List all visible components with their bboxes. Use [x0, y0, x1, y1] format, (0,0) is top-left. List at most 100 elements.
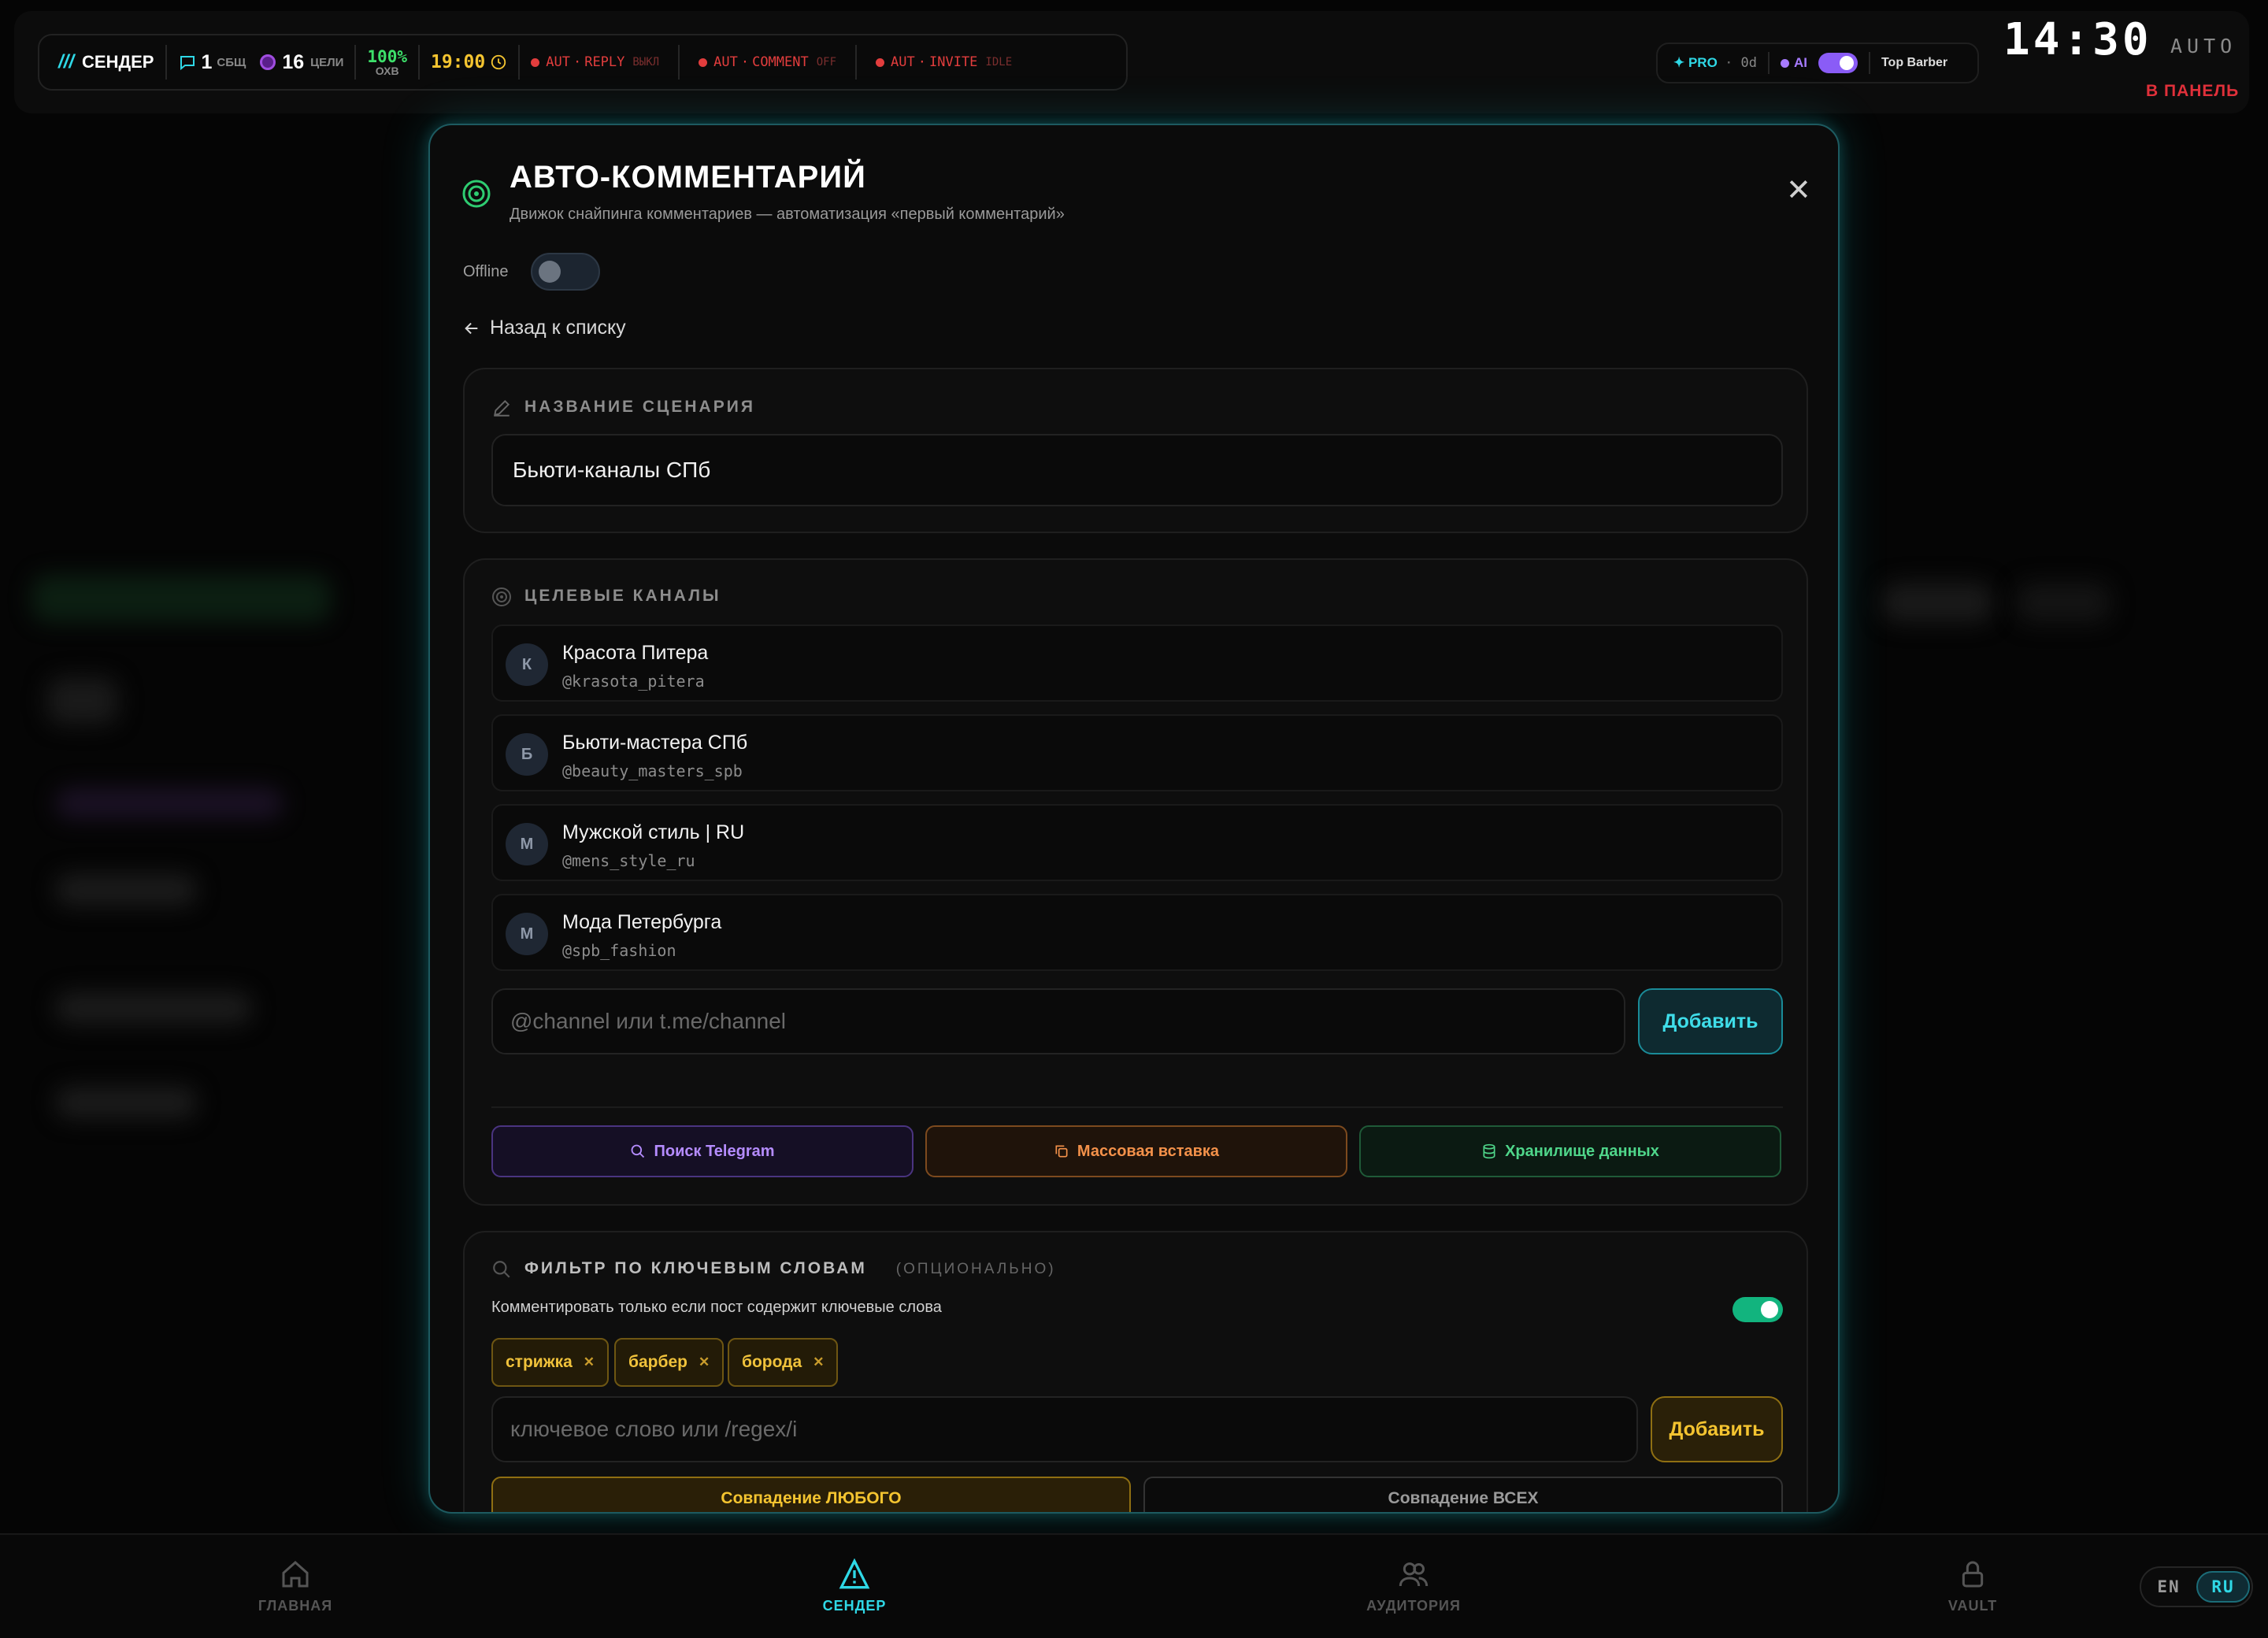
auto-invite-status[interactable]: AUT · INVITE IDLE [876, 35, 1012, 89]
add-keyword-button[interactable]: Добавить [1651, 1396, 1783, 1462]
avatar: М [506, 913, 548, 955]
add-channel-button[interactable]: Добавить [1638, 988, 1783, 1054]
separator: · [1726, 55, 1732, 70]
days-left: 0d [1740, 55, 1757, 71]
divider [354, 45, 357, 80]
target-icon [462, 180, 491, 208]
home-icon [282, 1560, 309, 1588]
offline-label: Offline [463, 263, 509, 280]
scenario-name-input[interactable]: Бьюти-каналы СПб [491, 434, 1783, 506]
ai-dot [1780, 58, 1789, 68]
copy-icon [1055, 1145, 1068, 1158]
messages-counter: 1 СБЩ [178, 35, 246, 89]
channel-name: Мода Петербурга [562, 911, 722, 933]
auto-comment-status[interactable]: AUT · COMMENT OFF [699, 35, 836, 89]
plan-badge: ✦ PRO [1673, 55, 1718, 70]
nav-sender[interactable]: СЕНДЕР [776, 1558, 933, 1614]
channel-row[interactable]: Б Бьюти-мастера СПб @beauty_masters_spb [491, 714, 1783, 791]
auto-comment-modal: АВТО-КОММЕНТАРИЙ Движок снайпинга коммен… [428, 124, 1840, 1514]
nav-vault[interactable]: VAULT [1894, 1558, 2051, 1614]
match-all-button[interactable]: Совпадение ВСЕХ [1143, 1477, 1783, 1512]
divider [518, 45, 521, 80]
schedule-time-value: 19:00 [430, 52, 486, 72]
clock: 14:30 [2003, 14, 2152, 65]
channel-input[interactable]: @channel или t.me/channel [491, 988, 1625, 1054]
modal-title: АВТО-КОММЕНТАРИЙ [510, 160, 866, 195]
mode-label[interactable]: AUTO [2170, 35, 2236, 57]
divider [1767, 52, 1770, 74]
channel-name: Мужской стиль | RU [562, 821, 745, 843]
arrow-left-icon [465, 322, 478, 334]
bulk-paste-button[interactable]: Массовая вставка [925, 1125, 1347, 1177]
search-icon [493, 1261, 510, 1278]
divider [165, 45, 167, 80]
nav-audience-label: АУДИТОРИЯ [1366, 1598, 1461, 1614]
divider [855, 45, 858, 80]
nav-sender-label: СЕНДЕР [822, 1598, 887, 1614]
telegram-search-label: Поиск Telegram [654, 1142, 775, 1160]
offline-toggle[interactable] [531, 253, 600, 291]
pencil-icon [494, 399, 510, 417]
lang-ru[interactable]: RU [2196, 1571, 2250, 1603]
messages-count: 1 [201, 50, 213, 73]
brand-name: СЕНДЕР [82, 52, 154, 72]
nav-vault-label: VAULT [1947, 1598, 1998, 1614]
remove-icon[interactable]: ✕ [584, 1354, 595, 1370]
schedule-time[interactable]: 19:00 [431, 35, 507, 89]
clock-icon [491, 54, 506, 70]
nav-audience[interactable]: АУДИТОРИЯ [1335, 1558, 1492, 1614]
back-to-list-link[interactable]: Назад к списку [463, 317, 626, 339]
keyword-filter-toggle[interactable] [1732, 1297, 1783, 1322]
match-any-button[interactable]: Совпадение ЛЮБОГО [491, 1477, 1131, 1512]
account-pill[interactable]: ✦ PRO · 0d AI Top Barber [1656, 43, 1979, 83]
panel-link[interactable]: В ПАНЕЛЬ [2146, 82, 2239, 101]
targets-count: 16 [282, 50, 305, 73]
remove-icon[interactable]: ✕ [699, 1354, 710, 1370]
lock-icon [1962, 1561, 1984, 1588]
keyword-chip[interactable]: стрижка ✕ [491, 1338, 610, 1387]
channel-handle: @spb_fashion [562, 941, 676, 960]
close-icon[interactable]: ✕ [1786, 176, 1811, 206]
status-dot [699, 57, 708, 67]
channel-name: Бьюти-мастера СПб [562, 732, 748, 754]
toggle-knob [539, 261, 561, 283]
language-switch[interactable]: EN RU [2140, 1566, 2253, 1607]
modal-subtitle: Движок снайпинга комментариев — автомати… [510, 206, 1065, 223]
status-dot [876, 57, 885, 67]
keyword-chip[interactable]: борода ✕ [728, 1338, 839, 1387]
keyword-filter-label: ФИЛЬТР ПО КЛЮЧЕВЫМ СЛОВАМ (ОПЦИОНАЛЬНО) [524, 1259, 1056, 1277]
nav-home[interactable]: ГЛАВНАЯ [217, 1558, 374, 1614]
status-pill: /// СЕНДЕР 1 СБЩ 16 ЦЕЛИ 100% ОХВ 19:00 … [38, 34, 1128, 91]
remove-icon[interactable]: ✕ [813, 1354, 824, 1370]
lang-en[interactable]: EN [2141, 1577, 2196, 1596]
coverage-value: 100% [367, 46, 407, 66]
divider [678, 45, 680, 80]
ai-toggle[interactable] [1818, 53, 1858, 73]
telegram-search-button[interactable]: Поиск Telegram [491, 1125, 914, 1177]
keyword-input[interactable]: ключевое слово или /regex/i [491, 1396, 1638, 1462]
targets-icon [260, 54, 276, 70]
sender-icon [839, 1558, 870, 1589]
auto-reply-status[interactable]: AUT · REPLY ВЫКЛ [531, 35, 659, 89]
targets-label: ЦЕЛИ [310, 55, 344, 69]
channel-handle: @krasota_pitera [562, 672, 705, 691]
channel-row[interactable]: М Мода Петербурга @spb_fashion [491, 894, 1783, 971]
toggle-knob [1761, 1301, 1778, 1318]
bulk-paste-label: Массовая вставка [1077, 1142, 1220, 1160]
brand-slashes: /// [58, 51, 75, 72]
data-storage-button[interactable]: Хранилище данных [1359, 1125, 1781, 1177]
status-dot [531, 57, 540, 67]
keyword-chip[interactable]: барбер ✕ [614, 1338, 724, 1387]
keyword-text: барбер [628, 1353, 687, 1371]
target-channels-card: ЦЕЛЕВЫЕ КАНАЛЫ К Красота Питера @krasota… [463, 558, 1808, 1206]
avatar: Б [506, 733, 548, 776]
channel-handle: @mens_style_ru [562, 851, 695, 870]
search-icon [632, 1144, 645, 1158]
message-icon [180, 56, 195, 71]
channel-row[interactable]: К Красота Питера @krasota_pitera [491, 624, 1783, 702]
keyword-text: борода [742, 1353, 802, 1371]
brand[interactable]: /// СЕНДЕР [58, 35, 154, 89]
channel-row[interactable]: М Мужской стиль | RU @mens_style_ru [491, 804, 1783, 881]
scenario-name-card: НАЗВАНИЕ СЦЕНАРИЯ Бьюти-каналы СПб [463, 368, 1808, 533]
channel-name: Красота Питера [562, 642, 709, 664]
